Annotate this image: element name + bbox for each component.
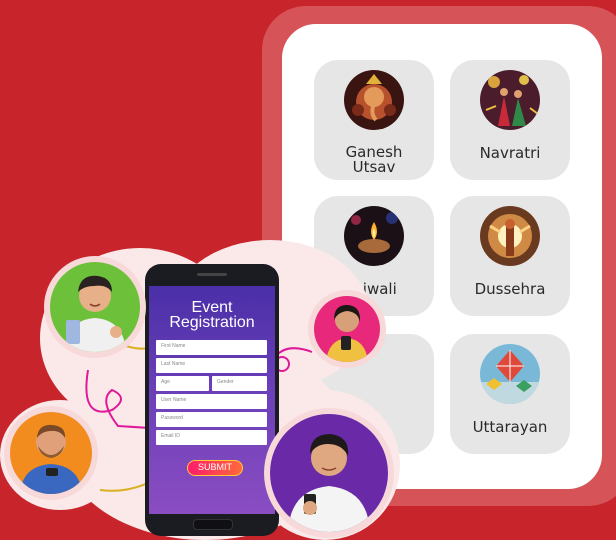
avatar-bearded-man — [10, 412, 92, 494]
phone-home-button[interactable] — [193, 519, 233, 530]
avatar-man-tablet — [50, 262, 140, 352]
submit-button[interactable]: SUBMIT — [187, 460, 243, 476]
age-field[interactable]: Age — [156, 376, 209, 391]
phone-mockup: Event Registration First Name Last Name … — [145, 264, 279, 536]
first-name-field[interactable]: First Name — [156, 340, 267, 355]
gender-field[interactable]: Gender — [212, 376, 267, 391]
email-field[interactable]: Email ID — [156, 430, 267, 445]
avatar-man-kurta — [270, 414, 388, 532]
avatar-woman-phone — [314, 296, 380, 362]
last-name-field[interactable]: Last Name — [156, 358, 267, 373]
password-field[interactable]: Password — [156, 412, 267, 427]
registration-screen: Event Registration First Name Last Name … — [149, 286, 275, 514]
phone-speaker — [197, 273, 227, 276]
user-name-field[interactable]: User Name — [156, 394, 267, 409]
registration-title: Event Registration — [169, 299, 255, 331]
